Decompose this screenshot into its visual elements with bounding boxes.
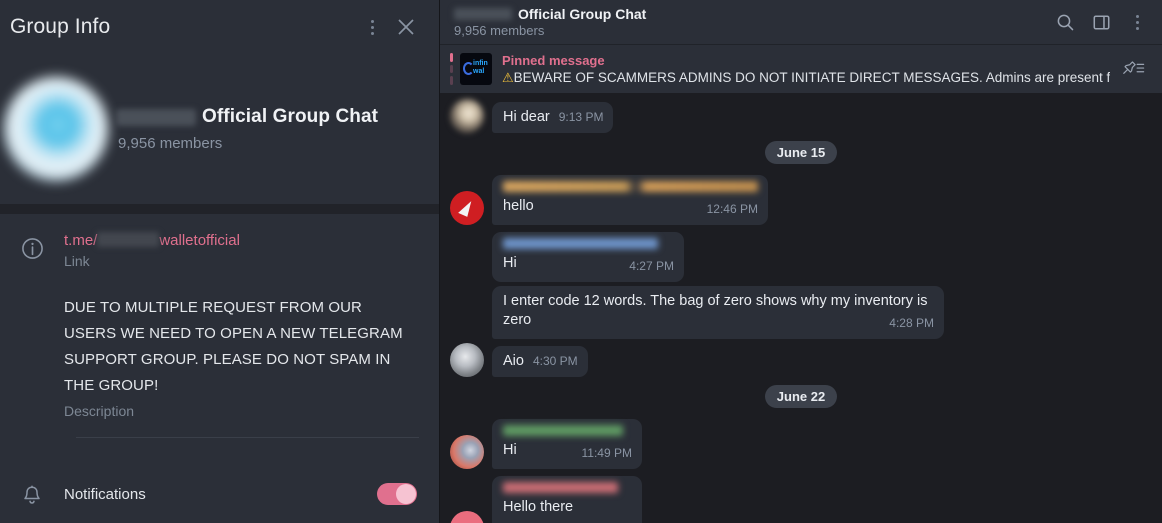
sender-name-redacted <box>503 238 658 249</box>
sender-name-redacted <box>503 425 623 436</box>
message-row[interactable]: DF Hello there 11:49 PM <box>450 476 1152 523</box>
more-vertical-icon[interactable] <box>1120 5 1154 39</box>
member-count: 9,956 members <box>118 135 223 152</box>
chat-subtitle: 9,956 members <box>454 23 545 38</box>
notifications-toggle[interactable] <box>377 483 417 505</box>
link-redacted-part <box>97 232 160 247</box>
pinned-thumb-text: infin wal <box>473 60 488 75</box>
message-time: 4:28 PM <box>889 316 934 330</box>
chat-header-actions <box>1048 5 1154 39</box>
pinned-text-content: BEWARE OF SCAMMERS ADMINS DO NOT INITIAT… <box>513 69 1110 85</box>
message-text: Hello there <box>503 499 574 515</box>
group-name-row: Official Group Chat <box>116 106 378 128</box>
link-row[interactable]: t.me/walletofficial Link DUE TO MULTIPLE… <box>0 232 439 419</box>
close-icon[interactable] <box>389 10 423 44</box>
chat-name-redacted <box>454 8 512 20</box>
avatar[interactable] <box>4 77 108 181</box>
group-hero-meta: Official Group Chat 9,956 members <box>108 106 378 152</box>
message-text: Aio <box>503 353 524 369</box>
group-hero: Official Group Chat 9,956 members <box>0 54 439 204</box>
chat-panel: Official Group Chat 9,956 members infin … <box>440 0 1162 523</box>
avatar-spacer <box>450 305 484 339</box>
sidebar-panel-icon[interactable] <box>1084 5 1118 39</box>
date-label: June 22 <box>764 385 838 408</box>
message-row[interactable]: Hi 11:49 PM <box>450 419 1152 469</box>
telegram-window: Group Info Official Group Chat 9,956 mem… <box>0 0 1162 523</box>
message-text: Hi <box>503 442 517 458</box>
chat-header: Official Group Chat 9,956 members <box>440 0 1162 45</box>
link-prefix: t.me/ <box>64 232 98 249</box>
toggle-knob <box>396 484 416 504</box>
message-bubble[interactable]: Hello there 11:49 PM <box>492 476 642 523</box>
message-text: Hi dear <box>503 109 550 125</box>
message-bubble[interactable]: Hi 4:27 PM <box>492 232 684 282</box>
pinned-label: Pinned message <box>502 52 605 68</box>
message-time: 12:46 PM <box>706 202 758 216</box>
group-info-body: t.me/walletofficial Link DUE TO MULTIPLE… <box>0 214 439 523</box>
bell-icon <box>0 480 64 508</box>
chat-title: Official Group Chat <box>518 6 647 22</box>
message-row[interactable]: Hi dear 9:13 PM <box>450 99 1152 133</box>
message-list[interactable]: Hi dear 9:13 PM June 15 hello 12:46 PM H… <box>440 93 1162 523</box>
group-description: DUE TO MULTIPLE REQUEST FROM OUR USERS W… <box>64 299 403 394</box>
message-row[interactable]: Hi 4:27 PM <box>450 232 1152 282</box>
message-text: Hi <box>503 255 517 271</box>
avatar[interactable] <box>450 435 484 469</box>
chat-title-row: Official Group Chat <box>454 6 1048 22</box>
group-link[interactable]: t.me/walletofficial <box>64 232 403 249</box>
message-text: hello <box>503 198 534 214</box>
message-time: 11:49 PM <box>581 446 632 460</box>
message-row[interactable]: hello 12:46 PM <box>450 175 1152 225</box>
avatar[interactable] <box>450 343 484 377</box>
message-bubble[interactable]: Hi 11:49 PM <box>492 419 642 469</box>
more-vertical-icon[interactable] <box>355 10 389 44</box>
message-bubble[interactable]: Aio 4:30 PM <box>492 346 588 377</box>
message-bubble[interactable]: hello 12:46 PM <box>492 175 768 225</box>
message-time: 4:27 PM <box>629 259 674 273</box>
warning-icon: ⚠ <box>502 69 514 85</box>
message-row[interactable]: I enter code 12 words. The bag of zero s… <box>450 286 1152 339</box>
pin-list-icon[interactable] <box>1110 59 1156 79</box>
page-title: Group Info <box>10 15 111 38</box>
notifications-row[interactable]: Notifications <box>0 465 439 523</box>
link-content: t.me/walletofficial Link DUE TO MULTIPLE… <box>64 232 419 419</box>
group-info-topbar: Group Info <box>0 0 439 54</box>
avatar[interactable]: DF <box>450 511 484 523</box>
group-info-panel: Group Info Official Group Chat 9,956 mem… <box>0 0 440 523</box>
message-row[interactable]: Aio 4:30 PM <box>450 343 1152 377</box>
group-name-redacted <box>116 108 196 126</box>
sender-name-redacted <box>503 482 618 493</box>
avatar[interactable] <box>450 99 484 133</box>
chat-header-text: Official Group Chat 9,956 members <box>454 6 1048 38</box>
search-icon[interactable] <box>1048 5 1082 39</box>
link-label: Link <box>64 253 90 269</box>
section-divider <box>76 437 419 438</box>
date-separator: June 15 <box>450 141 1152 164</box>
date-separator: June 22 <box>450 385 1152 408</box>
date-label: June 15 <box>764 141 838 164</box>
notifications-label: Notifications <box>64 485 146 503</box>
message-text: I enter code 12 words. The bag of zero s… <box>503 293 928 328</box>
avatar-spacer <box>450 248 484 282</box>
avatar[interactable] <box>450 191 484 225</box>
description-label: Description <box>64 403 135 419</box>
pinned-body: Pinned message ⚠BEWARE OF SCAMMERS ADMIN… <box>492 53 1110 86</box>
message-time: 4:30 PM <box>532 354 578 368</box>
pin-indicator <box>450 53 453 86</box>
pinned-message-bar[interactable]: infin wal Pinned message ⚠BEWARE OF SCAMM… <box>440 45 1162 93</box>
pinned-thumbnail: infin wal <box>460 53 492 85</box>
message-time: 9:13 PM <box>558 110 604 124</box>
sender-name-redacted <box>503 181 758 192</box>
message-bubble[interactable]: I enter code 12 words. The bag of zero s… <box>492 286 944 339</box>
group-name: Official Group Chat <box>202 106 379 127</box>
panel-divider <box>0 204 439 214</box>
pinned-text: ⚠BEWARE OF SCAMMERS ADMINS DO NOT INITIA… <box>502 70 1110 86</box>
message-bubble[interactable]: Hi dear 9:13 PM <box>492 102 614 133</box>
info-circle-icon <box>0 232 64 419</box>
link-suffix: walletofficial <box>159 232 240 249</box>
